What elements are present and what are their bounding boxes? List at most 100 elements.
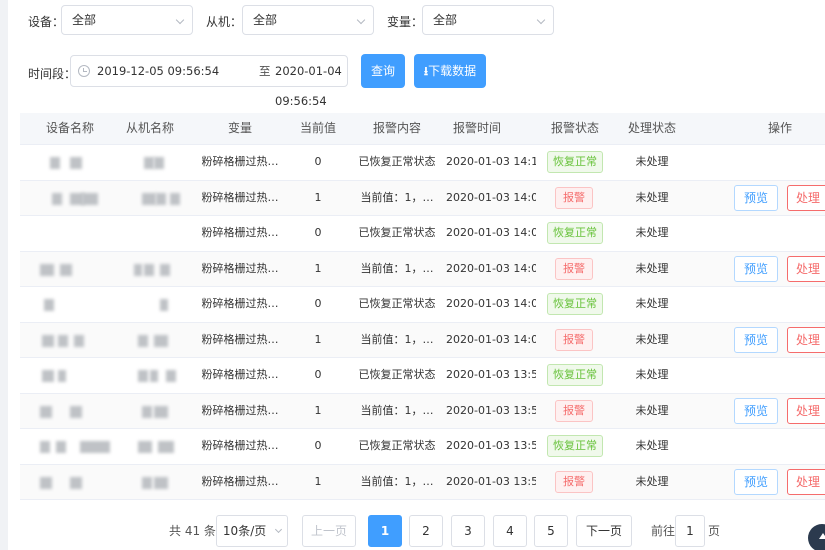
slave-label: 从机：	[206, 15, 243, 29]
cell-current-value: 1	[314, 332, 322, 346]
cell-variable: 粉碎格栅过热…	[201, 190, 279, 204]
table-row: 粉碎格栅过热… 1 当前值：1，… 2020-01-03 13:54: 未处理 报警 预览处…	[20, 464, 825, 500]
slave-select-value: 全部	[253, 13, 278, 27]
redacted-slave-name	[142, 476, 152, 489]
cell-variable: 粉碎格栅过热…	[201, 155, 279, 168]
page-3-button[interactable]: 3	[451, 515, 485, 547]
alarm-status-badge: 报警	[555, 257, 593, 280]
redacted-device-name	[70, 405, 82, 418]
handle-button[interactable]: 处理	[787, 326, 825, 353]
redacted-slave-name	[144, 157, 154, 169]
variable-label: 变量：	[387, 15, 424, 29]
cell-current-value: 0	[314, 155, 322, 168]
page-size-value: 10条/页	[222, 524, 267, 538]
col-alarm-time: 报警时间	[452, 121, 501, 135]
slave-select[interactable]: 全部	[242, 5, 374, 35]
device-label: 设备：	[28, 15, 65, 29]
redacted-device-name	[58, 370, 66, 382]
preview-button[interactable]: 预览	[734, 326, 778, 353]
cell-alarm-time: 2020-01-03 13:54:	[446, 474, 536, 488]
next-page-button[interactable]: 下一页	[576, 515, 632, 547]
cell-alarm-content: 已恢复正常状态	[358, 439, 436, 452]
goto-page-input[interactable]: 1	[675, 515, 705, 547]
cell-current-value: 1	[314, 474, 322, 488]
redacted-device-name	[40, 263, 54, 276]
device-select-value: 全部	[72, 13, 97, 27]
col-slave-name: 从机名称	[125, 121, 174, 135]
cell-current-value: 0	[314, 439, 322, 452]
alarm-status-badge: 恢复正常	[547, 222, 603, 244]
redacted-device-name	[52, 192, 62, 205]
cell-alarm-time: 2020-01-03 14:06:	[446, 297, 536, 310]
table-row: 粉碎格栅过热… 1 当前值：1，… 2020-01-03 13:56: 未处理 报警 预览处…	[20, 393, 825, 429]
page-5-button[interactable]: 5	[534, 515, 568, 547]
cell-variable: 粉碎格栅过热…	[201, 297, 279, 310]
cell-handle-status: 未处理	[635, 261, 669, 275]
preview-button[interactable]: 预览	[734, 255, 778, 282]
variable-select[interactable]: 全部	[422, 5, 554, 35]
table-row: 粉碎格栅过热… 0 已恢复正常状态 2020-01-03 14:08: 未处理 恢复正常	[20, 216, 825, 252]
cell-alarm-content: 当前值：1，…	[360, 261, 434, 275]
cell-variable: 粉碎格栅过热…	[201, 261, 279, 275]
preview-button[interactable]: 预览	[734, 397, 778, 424]
device-select[interactable]: 全部	[61, 5, 193, 35]
cell-variable: 粉碎格栅过热…	[201, 403, 279, 417]
redacted-device-name	[42, 334, 54, 347]
handle-button[interactable]: 处理	[787, 397, 825, 424]
handle-button[interactable]: 处理	[787, 255, 825, 282]
redacted-slave-name	[156, 192, 166, 205]
redacted-slave-name	[134, 263, 142, 276]
table-header: 设备名称 从机名称 变量 当前值 报警内容 报警时间 报警状态 处理状态 操作	[20, 113, 825, 145]
table-row: 粉碎格栅过热… 1 当前值：1，… 2020-01-03 14:09: 未处理 报警 预览处…	[20, 180, 825, 216]
cell-handle-status: 未处理	[635, 190, 669, 204]
col-actions: 操作	[767, 121, 792, 135]
cell-current-value: 1	[314, 261, 322, 275]
cell-current-value: 0	[314, 368, 322, 381]
col-handle-status: 处理状态	[627, 121, 676, 135]
alarm-status-badge: 恢复正常	[547, 435, 603, 457]
redacted-device-name	[70, 476, 82, 489]
page-2-button[interactable]: 2	[409, 515, 443, 547]
cell-handle-status: 未处理	[635, 155, 669, 168]
prev-page-button[interactable]: 上一页	[302, 515, 356, 547]
redacted-slave-name	[82, 192, 98, 205]
alarm-status-badge: 报警	[555, 399, 593, 422]
handle-button[interactable]: 处理	[787, 468, 825, 495]
alarm-status-badge: 恢复正常	[547, 293, 603, 315]
redacted-slave-name	[158, 441, 174, 453]
cell-alarm-content: 当前值：1，…	[360, 190, 434, 204]
cell-alarm-content: 已恢复正常状态	[358, 297, 436, 310]
period-label: 时间段：	[28, 67, 77, 81]
goto-label: 前往	[651, 524, 676, 538]
preview-button[interactable]: 预览	[734, 184, 778, 211]
back-to-top-icon[interactable]	[808, 524, 825, 550]
redacted-slave-name	[144, 263, 154, 276]
handle-button[interactable]: 处理	[787, 184, 825, 211]
alarm-status-badge: 报警	[555, 328, 593, 351]
redacted-device-name	[50, 157, 60, 169]
redacted-slave-name	[142, 405, 152, 418]
date-range-separator: 至	[259, 64, 271, 78]
cell-alarm-time: 2020-01-03 14:08:	[446, 226, 536, 239]
redacted-slave-name	[150, 370, 158, 382]
page-1-button[interactable]: 1	[368, 515, 402, 547]
table-row: 粉碎格栅过热… 0 已恢复正常状态 2020-01-03 13:55: 未处理 恢复正常	[20, 429, 825, 465]
cell-alarm-content: 当前值：1，…	[360, 332, 434, 346]
page-size-select[interactable]: 10条/页	[216, 515, 288, 547]
redacted-device-name	[40, 405, 52, 418]
redacted-slave-name	[154, 405, 168, 418]
page-4-button[interactable]: 4	[493, 515, 527, 547]
date-range-picker[interactable]: 2019-12-05 09:56:54 至 2020-01-04 09:56:5…	[70, 55, 348, 108]
download-button-label: 下载数据	[428, 64, 477, 78]
query-button[interactable]: 查询	[361, 54, 405, 88]
cell-current-value: 0	[314, 226, 322, 239]
redacted-device-name	[40, 441, 50, 453]
redacted-device-name	[56, 441, 66, 453]
cell-alarm-time: 2020-01-03 14:09:	[446, 190, 536, 204]
redacted-slave-name	[154, 476, 168, 489]
cell-handle-status: 未处理	[635, 474, 669, 488]
preview-button[interactable]: 预览	[734, 468, 778, 495]
redacted-slave-name	[74, 334, 84, 347]
cell-alarm-time: 2020-01-03 14:13:	[446, 155, 536, 168]
download-button[interactable]: ⭳下载数据	[414, 54, 486, 88]
